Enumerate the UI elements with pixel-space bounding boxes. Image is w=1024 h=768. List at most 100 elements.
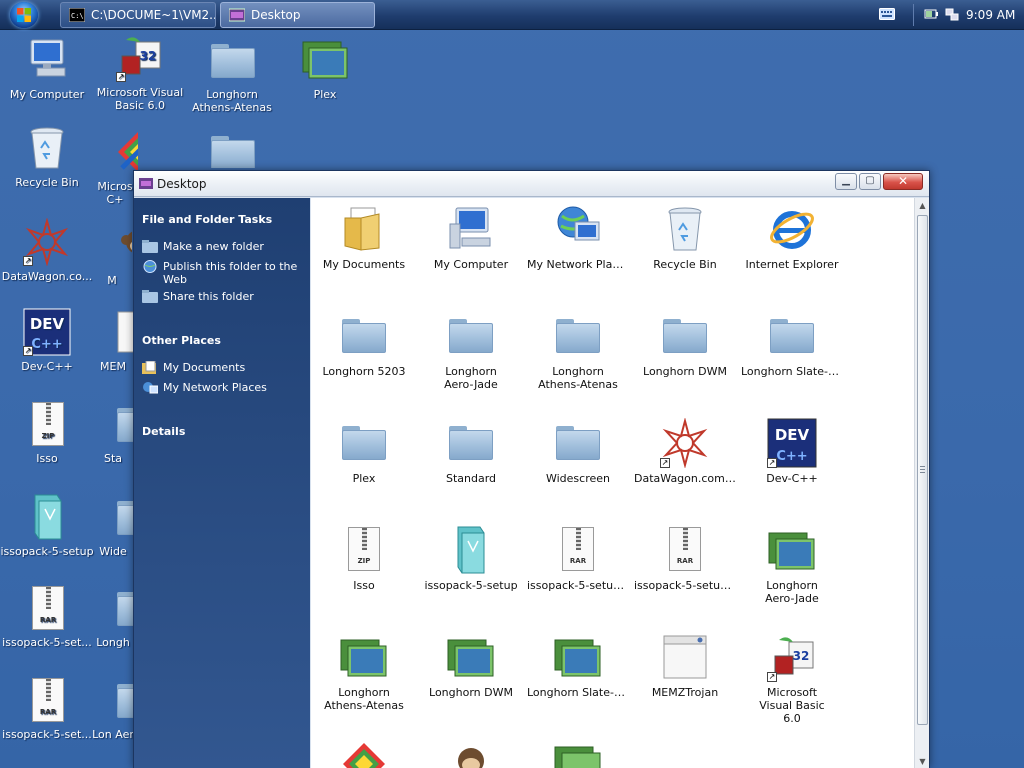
- item-longhorn-slate-plex-theme[interactable]: Longhorn Slate-Plex: [525, 632, 631, 699]
- scroll-thumb[interactable]: [917, 215, 928, 725]
- item-longhorn-aero-jade-theme[interactable]: Longhorn Aero-Jade: [739, 525, 845, 605]
- item-recycle-bin[interactable]: Recycle Bin: [632, 204, 738, 271]
- item-my-computer[interactable]: My Computer: [418, 204, 524, 271]
- item-longhorn-dwm-theme[interactable]: Longhorn DWM: [418, 632, 524, 699]
- item-label: Longhorn Athens-Atenas: [324, 686, 404, 712]
- folder-icon: [339, 311, 389, 361]
- keyboard-icon[interactable]: [879, 8, 895, 20]
- item-theme-partial[interactable]: [525, 739, 631, 768]
- item-label: Recycle Bin: [653, 258, 717, 271]
- desktop-icon-visual-basic[interactable]: 32 ↗ Microsoft Visual Basic 6.0: [92, 34, 188, 112]
- item-ms-cpp-partial[interactable]: [311, 739, 417, 768]
- clock[interactable]: 9:09 AM: [966, 8, 1015, 22]
- desktop-icon-longhorn[interactable]: Longh: [92, 584, 134, 649]
- taskbar-button-command-prompt[interactable]: C:\ C:\DOCUME~1\VM2...: [60, 2, 216, 28]
- item-internet-explorer[interactable]: Internet Explorer: [739, 204, 845, 271]
- minimize-button[interactable]: ▁: [835, 173, 857, 190]
- item-my-network-places[interactable]: My Network Places: [525, 204, 631, 271]
- window-titlebar[interactable]: Desktop ▁ ▢ ✕: [134, 171, 929, 197]
- windows-logo-icon: [17, 8, 31, 22]
- start-button[interactable]: [10, 2, 38, 28]
- minimize-icon: ▁: [842, 175, 850, 186]
- rar-file-icon: RAR: [23, 676, 71, 724]
- item-issopack-rar-1[interactable]: RAR issopack-5-setup....: [525, 525, 631, 592]
- place-my-network-places[interactable]: My Network Places: [142, 381, 307, 394]
- vertical-scrollbar[interactable]: ▲ ▼: [914, 198, 929, 768]
- close-icon: ✕: [897, 174, 909, 188]
- item-monkey-partial[interactable]: [418, 739, 524, 768]
- task-label: Share this folder: [163, 290, 254, 303]
- network-icon[interactable]: [944, 8, 960, 22]
- place-my-documents[interactable]: My Documents: [142, 361, 307, 374]
- desktop-icon-issopack-rar-1[interactable]: RAR issopack-5-set...: [0, 584, 95, 649]
- folder-icon: [446, 311, 496, 361]
- maximize-button[interactable]: ▢: [859, 173, 881, 190]
- desktop-icon-ms-cpp[interactable]: Micros C+: [92, 128, 138, 206]
- task-publish-to-web[interactable]: Publish this folder to the Web: [142, 260, 307, 286]
- desktop-icon-isso[interactable]: ZIP Isso: [0, 400, 95, 465]
- desktop-icon-memz[interactable]: MEM: [92, 308, 134, 373]
- shortcut-arrow-icon: ↗: [767, 458, 777, 468]
- desktop-icon-widescreen[interactable]: Wide: [92, 493, 134, 558]
- battery-icon[interactable]: [924, 8, 938, 20]
- desktop-icon-standard[interactable]: Sta: [92, 400, 134, 465]
- other-places-heading[interactable]: Other Places: [142, 334, 221, 347]
- details-heading[interactable]: Details: [142, 425, 185, 438]
- desktop-icon-folder-partial[interactable]: [184, 128, 280, 168]
- file-folder-tasks-heading[interactable]: File and Folder Tasks: [142, 213, 272, 226]
- network-places-icon: [553, 204, 603, 254]
- desktop-icon-label: Dev-C++: [21, 360, 73, 373]
- item-memztrojan[interactable]: MEMZTrojan: [632, 632, 738, 699]
- folder-icon: [114, 493, 134, 541]
- taskbar: C:\ C:\DOCUME~1\VM2... Desktop 9:09 AM: [0, 0, 1024, 30]
- item-issopack-rar-2[interactable]: RAR issopack-5-setup....: [632, 525, 738, 592]
- desktop-icon-dev-cpp[interactable]: DEV C++ ↗ Dev-C++: [0, 308, 95, 373]
- task-make-new-folder[interactable]: Make a new folder: [142, 240, 307, 253]
- theme-screenshot-icon: [553, 632, 603, 682]
- item-longhorn-5203[interactable]: Longhorn 5203: [311, 311, 417, 378]
- item-widescreen-folder[interactable]: Widescreen: [525, 418, 631, 485]
- desktop-icon-longhorn-athens[interactable]: Longhorn Athens-Atenas: [184, 36, 280, 114]
- shortcut-arrow-icon: ↗: [660, 458, 670, 468]
- item-label: Widescreen: [545, 472, 610, 485]
- item-label: Longhorn Aero-Jade: [765, 579, 819, 605]
- item-dev-cpp[interactable]: DEV C++ ↗ Dev-C++: [739, 418, 845, 485]
- desktop-icon-my-computer[interactable]: My Computer: [0, 36, 95, 101]
- computer-icon: [23, 36, 71, 84]
- desktop-icon-recycle-bin[interactable]: Recycle Bin: [0, 124, 95, 189]
- item-label: Longhorn DWM: [643, 365, 727, 378]
- desktop-icon-longhorn-aero[interactable]: Lon Aer: [92, 676, 134, 741]
- scroll-down-arrow[interactable]: ▼: [915, 754, 930, 768]
- task-share-folder[interactable]: Share this folder: [142, 290, 307, 303]
- desktop-icon-issopack-rar-2[interactable]: RAR issopack-5-set...: [0, 676, 95, 741]
- scroll-up-arrow[interactable]: ▲: [915, 198, 930, 213]
- documents-folder-icon: [142, 361, 156, 374]
- item-datawagon-url[interactable]: ↗ DataWagon.com.url: [632, 417, 738, 485]
- desktop-icon-datawagon[interactable]: ↗ DataWagon.co...: [0, 217, 95, 283]
- desktop-icon-issopack-setup[interactable]: issopack-5-setup: [0, 493, 95, 558]
- zip-icon-text: ZIP: [357, 557, 371, 565]
- desktop-window-icon: [229, 8, 245, 22]
- folder-icon: [208, 128, 256, 168]
- item-visual-basic[interactable]: 32 ↗ Microsoft Visual Basic 6.0: [739, 632, 845, 725]
- desktop-icon-plex[interactable]: Plex: [277, 36, 373, 101]
- item-label: MEMZTrojan: [651, 686, 719, 699]
- item-my-documents[interactable]: My Documents: [311, 204, 417, 271]
- item-longhorn-athens-folder[interactable]: Longhorn Athens-Atenas: [525, 311, 631, 391]
- taskbar-button-desktop[interactable]: Desktop: [220, 2, 375, 28]
- rar-icon-text: RAR: [676, 557, 694, 565]
- desktop-icon-m[interactable]: M: [92, 222, 132, 287]
- item-isso-zip[interactable]: ZIP Isso: [311, 525, 417, 592]
- close-button[interactable]: ✕: [883, 173, 923, 190]
- item-longhorn-aero-jade-folder[interactable]: Longhorn Aero-Jade: [418, 311, 524, 391]
- item-standard-folder[interactable]: Standard: [418, 418, 524, 485]
- file-list-area[interactable]: My Documents My Computer My Network Plac…: [311, 198, 914, 768]
- item-longhorn-slate-plex-folder[interactable]: Longhorn Slate-Plex: [739, 311, 845, 378]
- desktop-icon-label: My Computer: [9, 88, 85, 101]
- item-longhorn-dwm-folder[interactable]: Longhorn DWM: [632, 311, 738, 378]
- item-longhorn-athens-theme[interactable]: Longhorn Athens-Atenas: [311, 632, 417, 712]
- item-plex-folder[interactable]: Plex: [311, 418, 417, 485]
- item-label: DataWagon.com.url: [634, 472, 738, 485]
- item-issopack-setup[interactable]: issopack-5-setup: [418, 525, 524, 592]
- folder-icon: [114, 584, 134, 632]
